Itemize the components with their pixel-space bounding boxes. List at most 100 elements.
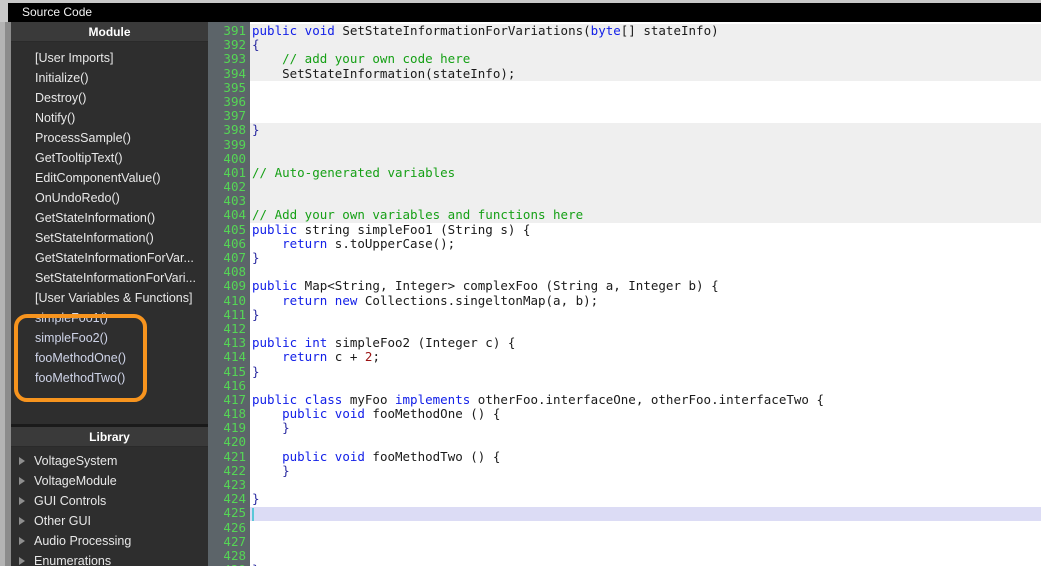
module-item[interactable]: Destroy() <box>11 88 208 108</box>
code-line[interactable]: 422 } <box>220 463 1041 478</box>
code-line[interactable]: 409 public Map<String, Integer> complexFo… <box>220 279 1041 293</box>
chevron-right-icon[interactable] <box>19 537 25 545</box>
module-panel-header: Module <box>11 22 208 42</box>
code-line[interactable]: 412 <box>220 321 1041 336</box>
code-line[interactable]: 401 // Auto-generated variables <box>220 165 1041 180</box>
code-editor[interactable]: 391 public void SetStateInformationForVar… <box>220 22 1041 566</box>
code-line[interactable]: 397 <box>220 108 1041 123</box>
line-number: 407 <box>223 250 246 265</box>
code-line[interactable]: 395 <box>220 80 1041 95</box>
code-line-text: return c + 2; <box>252 350 380 364</box>
code-line[interactable]: 407} <box>220 250 1041 265</box>
library-item-label: VoltageSystem <box>34 454 118 468</box>
line-number: 403 <box>223 193 246 209</box>
module-item[interactable]: ProcessSample() <box>11 128 208 148</box>
chevron-right-icon[interactable] <box>19 517 25 525</box>
module-item[interactable]: SetStateInformationForVari... <box>11 268 208 288</box>
module-item[interactable]: GetStateInformationForVar... <box>11 248 208 268</box>
code-line-text: public void fooMethodTwo () { <box>252 448 501 464</box>
line-number: 400 <box>223 150 246 166</box>
code-line[interactable]: 402 <box>220 179 1041 194</box>
library-item[interactable]: Other GUI <box>11 511 208 531</box>
module-item[interactable]: simpleFoo1() <box>11 308 208 328</box>
module-item[interactable]: simpleFoo2() <box>11 328 208 348</box>
module-item[interactable]: [User Imports] <box>11 48 208 68</box>
code-line[interactable]: 400 <box>220 150 1041 166</box>
module-item[interactable]: SetStateInformation() <box>11 228 208 248</box>
line-number: 398 <box>223 122 246 138</box>
code-token: } <box>252 562 260 566</box>
code-token: } <box>252 122 260 138</box>
code-line[interactable]: 420 <box>220 435 1041 449</box>
code-line[interactable]: 421 public void fooMethodTwo () { <box>220 448 1041 464</box>
code-line[interactable]: 426 <box>220 520 1041 535</box>
library-item[interactable]: VoltageSystem <box>11 451 208 471</box>
code-line[interactable]: 425 <box>220 506 1041 520</box>
code-token: return new <box>282 292 358 308</box>
code-lines[interactable]: 391 public void SetStateInformationForVar… <box>220 22 1041 566</box>
code-token: Map<String, Integer> complexFoo (String … <box>297 278 719 294</box>
code-line[interactable]: 419 } <box>220 421 1041 435</box>
code-line-text: } <box>252 463 290 478</box>
code-line[interactable]: 410 return new Collections.singeltonMap(… <box>220 292 1041 308</box>
line-number: 408 <box>223 264 246 280</box>
line-number: 396 <box>223 93 246 109</box>
code-token: } <box>252 420 290 436</box>
code-token: SetStateInformation(stateInfo); <box>252 65 516 81</box>
code-line[interactable]: 428 <box>220 548 1041 563</box>
code-line[interactable]: 398} <box>220 123 1041 137</box>
source-code-window: Source Code Module [User Imports] Initial… <box>0 0 1041 566</box>
chevron-right-icon[interactable] <box>19 457 25 465</box>
line-number: 414 <box>223 349 246 365</box>
code-line[interactable]: 391 public void SetStateInformationForVar… <box>220 23 1041 38</box>
code-line[interactable]: 415} <box>220 364 1041 379</box>
chevron-right-icon[interactable] <box>19 477 25 485</box>
code-line[interactable]: 393 // add your own code here <box>220 52 1041 66</box>
library-item[interactable]: VoltageModule <box>11 471 208 491</box>
module-item[interactable]: [User Variables & Functions] <box>11 288 208 308</box>
module-item[interactable]: GetTooltipText() <box>11 148 208 168</box>
module-item[interactable]: fooMethodTwo() <box>11 368 208 388</box>
line-number: 413 <box>223 335 246 351</box>
code-line[interactable]: 414 return c + 2; <box>220 350 1041 364</box>
window-title-bar: Source Code <box>8 3 1041 22</box>
module-item-label: EditComponentValue() <box>35 171 161 185</box>
line-number: 411 <box>223 306 246 322</box>
code-line[interactable]: 392 { <box>220 37 1041 52</box>
line-number: 404 <box>223 207 246 223</box>
code-line[interactable]: 403 <box>220 194 1041 208</box>
panel-editor-divider[interactable] <box>208 22 220 566</box>
module-item[interactable]: EditComponentValue() <box>11 168 208 188</box>
module-item-label: GetTooltipText() <box>35 151 123 165</box>
code-line[interactable]: 396 <box>220 93 1041 109</box>
code-line[interactable]: 394 SetStateInformation(stateInfo); <box>220 65 1041 81</box>
code-line[interactable]: 408 <box>220 264 1041 280</box>
code-line[interactable]: 399 <box>220 136 1041 152</box>
chevron-right-icon[interactable] <box>19 497 25 505</box>
code-line[interactable]: 411} <box>220 306 1041 322</box>
code-line[interactable]: 413 public int simpleFoo2 (Integer c) { <box>220 335 1041 351</box>
code-token: fooMethodTwo () { <box>364 448 501 464</box>
library-item[interactable]: GUI Controls <box>11 491 208 511</box>
library-item[interactable]: Audio Processing <box>11 531 208 551</box>
line-number: 399 <box>223 136 246 152</box>
module-item[interactable]: Notify() <box>11 108 208 128</box>
code-line[interactable]: 417 public class myFoo implements otherFo… <box>220 392 1041 407</box>
chevron-right-icon[interactable] <box>19 557 25 565</box>
code-token: SetStateInformationForVariations( <box>342 23 591 38</box>
code-line[interactable]: 406 return s.toUpperCase(); <box>220 236 1041 251</box>
code-line[interactable]: 424} <box>220 491 1041 506</box>
module-item[interactable]: fooMethodOne() <box>11 348 208 368</box>
code-line[interactable]: 405 public string simpleFoo1 (String s) { <box>220 222 1041 237</box>
code-line[interactable]: 404 // Add your own variables and functio… <box>220 208 1041 222</box>
library-item[interactable]: Enumerations <box>11 551 208 566</box>
line-number: 425 <box>223 505 246 521</box>
code-line[interactable]: 416 <box>220 378 1041 393</box>
module-item[interactable]: Initialize() <box>11 68 208 88</box>
module-item[interactable]: OnUndoRedo() <box>11 188 208 208</box>
line-number: 420 <box>223 434 246 450</box>
code-line[interactable]: 418 public void fooMethodOne () { <box>220 406 1041 421</box>
module-item[interactable]: GetStateInformation() <box>11 208 208 228</box>
code-line[interactable]: 423 <box>220 477 1041 492</box>
code-line[interactable]: 427 <box>220 534 1041 549</box>
